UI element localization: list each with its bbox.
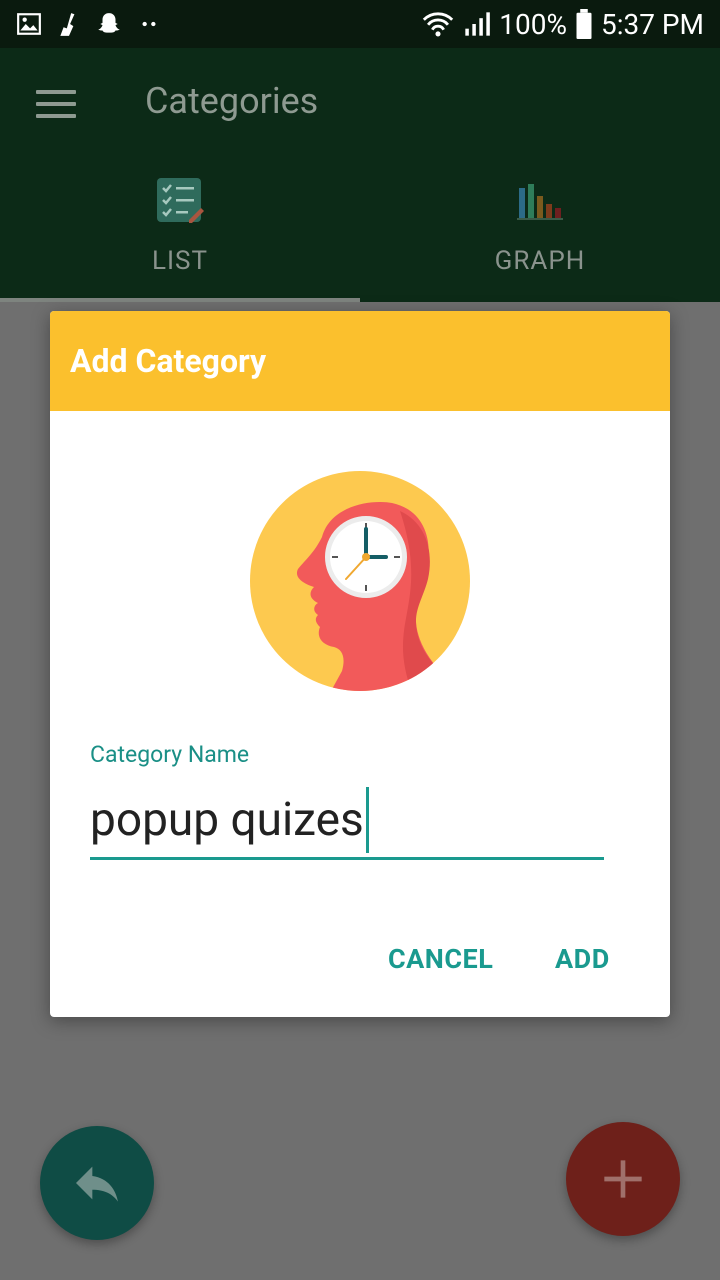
category-name-label: Category Name bbox=[90, 741, 250, 768]
text-caret bbox=[365, 787, 369, 853]
category-name-value[interactable]: popup quizes bbox=[90, 793, 364, 847]
battery-percent: 100% bbox=[499, 7, 567, 41]
reply-arrow-icon bbox=[69, 1155, 125, 1211]
head-clock-icon bbox=[250, 471, 470, 691]
bar-chart-icon bbox=[515, 176, 565, 226]
signal-icon bbox=[463, 9, 491, 39]
cancel-button[interactable]: CANCEL bbox=[388, 943, 493, 975]
add-button[interactable] bbox=[566, 1122, 680, 1236]
gallery-icon bbox=[16, 11, 42, 37]
plus-icon bbox=[595, 1151, 651, 1207]
tab-graph-label: GRAPH bbox=[494, 246, 586, 276]
snapchat-icon bbox=[96, 11, 122, 37]
clock-time: 5:37 PM bbox=[600, 7, 704, 41]
battery-icon bbox=[575, 9, 593, 39]
status-bar: 100% 5:37 PM bbox=[0, 0, 720, 48]
cleaner-icon bbox=[56, 11, 82, 37]
wifi-icon bbox=[421, 9, 455, 39]
add-category-dialog: Add Category Category Name popup quizes … bbox=[50, 311, 670, 1017]
checklist-icon bbox=[155, 176, 205, 226]
category-name-input[interactable]: popup quizes bbox=[90, 783, 604, 860]
hamburger-menu-icon[interactable] bbox=[36, 90, 76, 120]
app-bar: Categories LIST GRAPH bbox=[0, 48, 720, 302]
more-dots-icon bbox=[136, 11, 162, 37]
tab-graph[interactable]: GRAPH bbox=[360, 176, 720, 300]
dialog-title: Add Category bbox=[70, 342, 267, 380]
add-button-dialog[interactable]: ADD bbox=[555, 943, 610, 975]
tab-list-label: LIST bbox=[151, 246, 209, 276]
page-title: Categories bbox=[145, 80, 319, 122]
dialog-header: Add Category bbox=[50, 311, 670, 411]
tab-list[interactable]: LIST bbox=[0, 176, 360, 300]
back-button[interactable] bbox=[40, 1126, 154, 1240]
